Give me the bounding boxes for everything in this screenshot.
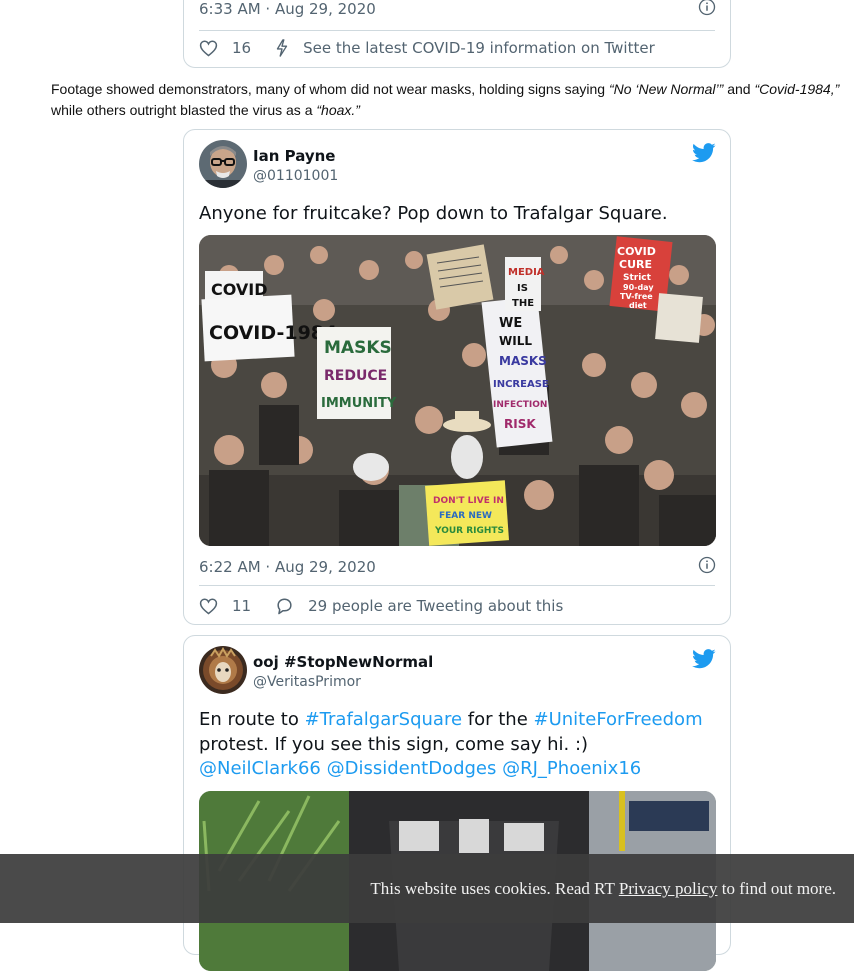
sign-is: IS <box>517 283 528 294</box>
tweet-divider <box>199 30 715 31</box>
sign-tvfree: TV-free <box>620 292 653 301</box>
author-handle[interactable]: @VeritasPrimor <box>253 674 361 690</box>
sign-90day: 90-day <box>623 283 654 292</box>
tweet-actions: 16 See the latest COVID-19 information o… <box>199 39 655 57</box>
heart-icon[interactable] <box>199 39 218 57</box>
mention-dissidentdodges[interactable]: @DissidentDodges <box>327 758 497 779</box>
protest-crowd-photo: COVID COVID-1984 MASKS REDUCE IMMUNITY W… <box>199 235 716 546</box>
sign-the: THE <box>512 298 534 309</box>
tweet-divider <box>199 585 715 586</box>
tweet-text-segment: for the <box>462 709 534 730</box>
quote-no-new-normal: “No ‘New Normal’” <box>608 81 724 97</box>
heart-icon[interactable] <box>199 597 218 615</box>
like-count[interactable]: 16 <box>232 39 251 57</box>
sign-fear: FEAR NEW <box>439 511 492 521</box>
mention-rj-phoenix16[interactable]: @RJ_Phoenix16 <box>502 758 641 779</box>
like-count[interactable]: 11 <box>232 597 251 615</box>
sign-reduce: REDUCE <box>324 368 387 384</box>
tweet-actions: 11 29 people are Tweeting about this <box>199 597 563 615</box>
avatar[interactable] <box>199 140 247 188</box>
lightning-icon <box>276 39 288 57</box>
embedded-tweet-2: Ian Payne @01101001 Anyone for fruitcake… <box>183 129 731 625</box>
sign-masks-increase: MASKS <box>499 354 547 368</box>
tweet-timestamp[interactable]: 6:33 AM · Aug 29, 2020 <box>199 0 376 18</box>
mention-neilclark66[interactable]: @NeilClark66 <box>199 758 321 779</box>
author-name[interactable]: Ian Payne <box>253 147 336 165</box>
tweet-timestamp[interactable]: 6:22 AM · Aug 29, 2020 <box>199 558 376 576</box>
sign-we: WE <box>499 316 522 331</box>
author-name[interactable]: ooj #StopNewNormal <box>253 653 433 671</box>
sign-increase: INCREASE <box>493 379 549 390</box>
article-text-segment: while others outright blasted the virus … <box>51 102 317 118</box>
sign-diet: diet <box>629 301 647 310</box>
author-handle[interactable]: @01101001 <box>253 168 338 184</box>
sign-covid-cure-2: CURE <box>619 258 652 271</box>
cookie-text-segment: This website uses cookies. Read RT <box>370 879 619 898</box>
privacy-policy-link[interactable]: Privacy policy <box>619 879 718 898</box>
covid-info-link[interactable]: See the latest COVID-19 information on T… <box>303 39 655 57</box>
tweet-text-line: protest. If you see this sign, come say … <box>199 733 589 755</box>
cookie-text-segment: to find out more. <box>717 879 836 898</box>
tweet-text-segment: En route to <box>199 709 305 730</box>
sign-covid: COVID <box>211 280 268 299</box>
reply-bubble-icon[interactable] <box>275 597 294 615</box>
article-paragraph: Footage showed demonstrators, many of wh… <box>51 79 854 121</box>
sign-covid-cure-1: COVID <box>617 245 656 258</box>
twitter-bird-icon[interactable] <box>692 649 716 669</box>
sign-media: MEDIA <box>508 267 545 278</box>
tweet-text: En route to #TrafalgarSquare for the #Un… <box>199 708 715 782</box>
hashtag-unite-for-freedom[interactable]: #UniteForFreedom <box>534 709 703 730</box>
avatar[interactable] <box>199 646 247 694</box>
info-icon[interactable] <box>698 0 716 16</box>
article-text-segment: and <box>723 81 755 97</box>
quote-covid-1984: “Covid-1984,” <box>754 81 840 97</box>
sign-masks: MASKS <box>324 338 392 358</box>
sign-dont-live: DON'T LIVE IN <box>433 496 504 506</box>
tweeting-about-link[interactable]: 29 people are Tweeting about this <box>308 597 563 615</box>
cookie-message: This website uses cookies. Read RT Priva… <box>370 879 836 899</box>
sign-risk: RISK <box>504 417 536 431</box>
quote-hoax: “hoax.” <box>316 102 360 118</box>
twitter-bird-icon[interactable] <box>692 143 716 163</box>
sign-immunity: IMMUNITY <box>321 396 397 411</box>
article-text-segment: Footage showed demonstrators, many of wh… <box>51 81 609 97</box>
sign-infection: INFECTION <box>493 400 547 410</box>
sign-will: WILL <box>499 334 532 348</box>
tweet-photo[interactable]: COVID COVID-1984 MASKS REDUCE IMMUNITY W… <box>199 235 716 546</box>
tweet-text: Anyone for fruitcake? Pop down to Trafal… <box>199 203 668 224</box>
cookie-banner: This website uses cookies. Read RT Priva… <box>0 854 854 923</box>
sign-strict: Strict <box>623 273 652 283</box>
info-icon[interactable] <box>698 556 716 574</box>
embedded-tweet-1: 6:33 AM · Aug 29, 2020 16 See the latest… <box>183 0 731 68</box>
sign-rights: YOUR RIGHTS <box>434 526 504 536</box>
hashtag-trafalgar-square[interactable]: #TrafalgarSquare <box>305 709 462 730</box>
